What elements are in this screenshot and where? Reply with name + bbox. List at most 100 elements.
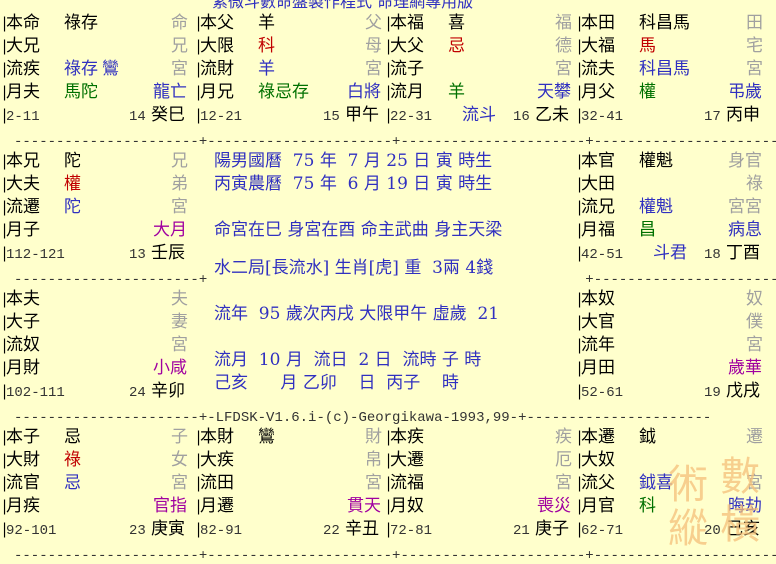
center-info-line: 命宮在巳 身宮在酉 命主武曲 身主天梁 bbox=[214, 220, 503, 240]
star-name: 陀 bbox=[64, 197, 81, 217]
palace-line-label: 本父 bbox=[200, 13, 234, 33]
palace-right-tag: 祿 bbox=[746, 174, 763, 194]
palace-line-label: 本子 bbox=[6, 427, 40, 447]
palace-age-range: 62-71 bbox=[581, 523, 624, 539]
palace-line-label: 本疾 bbox=[390, 427, 424, 447]
palace-right-tag: 病息 bbox=[728, 220, 762, 240]
palace-age-range: 12-21 bbox=[200, 109, 243, 125]
palace-line-label: 大夫 bbox=[6, 174, 40, 194]
palace-right-tag: 厄 bbox=[555, 450, 572, 470]
palace-line-label: 大疾 bbox=[200, 450, 234, 470]
palace-line-label: 月兄 bbox=[200, 82, 234, 102]
palace-age-range: 102-111 bbox=[6, 385, 65, 401]
palace-line-label: 流田 bbox=[200, 473, 234, 493]
palace-line-label: 月父 bbox=[581, 82, 615, 102]
palace-line-label: 大奴 bbox=[581, 450, 615, 470]
palace-right-tag: 天攀 bbox=[537, 82, 571, 102]
palace-right-tag: 喪災 bbox=[537, 496, 571, 516]
palace-line-label: 大田 bbox=[581, 174, 615, 194]
star-name: 科昌馬 bbox=[639, 13, 690, 33]
palace-right-tag: 宅 bbox=[746, 36, 763, 56]
palace-right-tag: 宮 bbox=[171, 335, 188, 355]
palace-number: 22 bbox=[323, 523, 340, 539]
palace-right-tag: 疾 bbox=[555, 427, 572, 447]
palace-number: 18 bbox=[704, 247, 721, 263]
palace-right-tag: 奴 bbox=[746, 289, 763, 309]
star-name: 權 bbox=[64, 174, 81, 194]
palace-age-range: 112-121 bbox=[6, 247, 65, 263]
palace-number: 24 bbox=[129, 385, 146, 401]
center-info-line: 陽男國曆 75 年 7 月 25 日 寅 時生 bbox=[214, 151, 493, 171]
palace-number: 13 bbox=[129, 247, 146, 263]
star-name: 鉞 bbox=[639, 427, 656, 447]
palace-line-label: 大官 bbox=[581, 312, 615, 332]
star-name: 科 bbox=[639, 496, 656, 516]
palace-right-tag: 弔歲 bbox=[728, 82, 762, 102]
star-name: 忌 bbox=[64, 427, 81, 447]
palace-line-label: 流福 bbox=[390, 473, 424, 493]
watermark-glyph: 數 bbox=[720, 454, 760, 500]
palace-right-tag: 白將 bbox=[347, 82, 381, 102]
palace-ganzhi: 庚子 bbox=[535, 519, 569, 539]
palace-line-label: 流財 bbox=[200, 59, 234, 79]
palace-right-tag: 妻 bbox=[171, 312, 188, 332]
palace-line-label: 流官 bbox=[6, 473, 40, 493]
palace-line-label: 本兄 bbox=[6, 151, 40, 171]
star-name: 祿忌存 bbox=[258, 82, 309, 102]
palace-right-tag: 官指 bbox=[153, 496, 187, 516]
watermark-glyph: 橫 bbox=[720, 502, 760, 548]
palace-line-label: 月夫 bbox=[6, 82, 40, 102]
palace-right-tag: 大月 bbox=[153, 220, 187, 240]
star-name: 羊 bbox=[448, 82, 465, 102]
palace-line-label: 流遷 bbox=[6, 197, 40, 217]
palace-right-tag: 宮 bbox=[746, 59, 763, 79]
palace-line-label: 流子 bbox=[390, 59, 424, 79]
star-name: 鸞 bbox=[258, 427, 275, 447]
palace-ganzhi: 戊戌 bbox=[726, 381, 760, 401]
star-name: 馬 bbox=[639, 36, 656, 56]
palace-line-label: 流疾 bbox=[6, 59, 40, 79]
palace-line-label: 月子 bbox=[6, 220, 40, 240]
palace-right-tag: 子 bbox=[171, 427, 188, 447]
palace-line-label: 月田 bbox=[581, 358, 615, 378]
palace-line-label: 月遷 bbox=[200, 496, 234, 516]
palace-line-label: 月奴 bbox=[390, 496, 424, 516]
star-name: 祿 bbox=[64, 450, 81, 470]
palace-right-tag: 田 bbox=[746, 13, 763, 33]
star-name: 權 bbox=[639, 82, 656, 102]
palace-right-tag: 宮宮 bbox=[728, 197, 762, 217]
palace-line-label: 大兄 bbox=[6, 36, 40, 56]
palace-line-label: 月福 bbox=[581, 220, 615, 240]
palace-right-tag: 財 bbox=[365, 427, 382, 447]
palace-number: 14 bbox=[129, 109, 146, 125]
palace-number: 17 bbox=[704, 109, 721, 125]
star-name: 科 bbox=[258, 36, 275, 56]
separator-line: ----------------------+-----------------… bbox=[14, 134, 776, 150]
star-name: 鸞 bbox=[102, 59, 119, 79]
star-name: 喜 bbox=[448, 13, 465, 33]
palace-line-label: 本官 bbox=[581, 151, 615, 171]
palace-line-label: 流夫 bbox=[581, 59, 615, 79]
palace-number: 16 bbox=[513, 109, 530, 125]
palace-right-tag: 宮 bbox=[746, 335, 763, 355]
star-name: 羊 bbox=[258, 59, 275, 79]
palace-line-label: 大福 bbox=[581, 36, 615, 56]
palace-right-tag: 父 bbox=[365, 13, 382, 33]
palace-right-tag: 遷 bbox=[746, 427, 763, 447]
star-name: 忌 bbox=[448, 36, 465, 56]
palace-right-tag: 德 bbox=[555, 36, 572, 56]
star-name: 科昌馬 bbox=[639, 59, 690, 79]
palace-age-range: 42-51 bbox=[581, 247, 624, 263]
center-info-line: 流年 95 歲次丙戌 大限甲午 虛歲 21 bbox=[214, 304, 500, 324]
palace-line-label: 月官 bbox=[581, 496, 615, 516]
palace-right-tag: 母 bbox=[365, 36, 382, 56]
palace-right-tag: 龍亡 bbox=[153, 82, 187, 102]
palace-line-label: 流兄 bbox=[581, 197, 615, 217]
star-name: 權魁 bbox=[639, 197, 673, 217]
palace-right-tag: 宮 bbox=[365, 473, 382, 493]
star-name: 馬陀 bbox=[64, 82, 98, 102]
separator-line: ----------------------+-LFDSK-V1.6.i-(c)… bbox=[14, 410, 712, 426]
star-name: 昌 bbox=[639, 220, 656, 240]
star-name: 權魁 bbox=[639, 151, 673, 171]
palace-age-range: 32-41 bbox=[581, 109, 624, 125]
